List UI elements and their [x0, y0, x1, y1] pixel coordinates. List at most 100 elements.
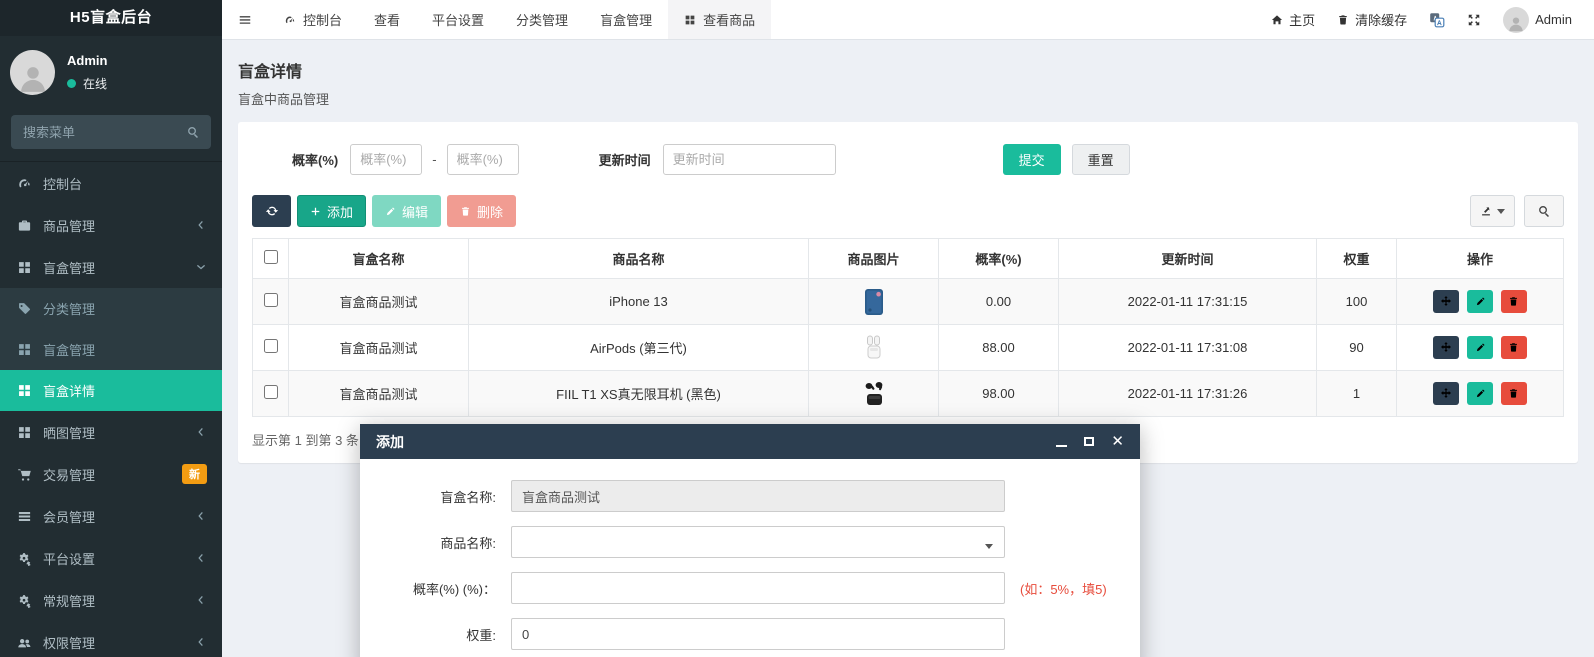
search-toggle-button[interactable] — [1524, 195, 1564, 227]
refresh-button[interactable] — [252, 195, 291, 227]
col-box-name: 盲盒名称 — [289, 239, 469, 279]
cell-product-name: FIIL T1 XS真无限耳机 (黑色) — [469, 371, 809, 417]
page-title: 盲盒详情 — [238, 58, 1578, 82]
row-move-button[interactable] — [1433, 336, 1459, 359]
row-edit-button[interactable] — [1467, 290, 1493, 313]
probability-max-input[interactable] — [447, 144, 519, 175]
tab-dashboard[interactable]: 控制台 — [268, 0, 358, 39]
row-edit-button[interactable] — [1467, 336, 1493, 359]
cell-product-name: AirPods (第三代) — [469, 325, 809, 371]
minimize-icon[interactable] — [1056, 435, 1067, 449]
tachometer-icon — [17, 176, 32, 191]
maximize-icon[interactable] — [1084, 435, 1094, 449]
sidebar-item-categories[interactable]: 分类管理 — [0, 288, 222, 329]
row-checkbox[interactable] — [264, 339, 278, 353]
chevron-left-icon — [195, 510, 207, 522]
product-image-iphone-13 — [864, 288, 884, 316]
tag-icon — [17, 301, 32, 316]
row-edit-button[interactable] — [1467, 382, 1493, 405]
sidebar-item-products[interactable]: 商品管理 — [0, 204, 222, 246]
probability-field[interactable] — [511, 572, 1005, 604]
tab-categories[interactable]: 分类管理 — [500, 0, 584, 39]
range-separator: - — [432, 152, 436, 167]
update-time-input[interactable] — [663, 144, 836, 175]
select-all-checkbox[interactable] — [264, 250, 278, 264]
blindbox-icon — [17, 383, 32, 398]
dialog-body: 盲盒名称: 商品名称: 概率(%) (%)： (如：5%，填5) 权重: — [360, 459, 1140, 657]
home-link[interactable]: 主页 — [1271, 10, 1315, 29]
trash-icon — [1508, 388, 1519, 399]
sidebar-item-label: 盲盒管理 — [43, 258, 195, 277]
translate-button[interactable] — [1429, 12, 1445, 28]
row-delete-button[interactable] — [1501, 290, 1527, 313]
weight-label: 权重: — [384, 625, 496, 644]
tab-label: 分类管理 — [516, 10, 568, 29]
row-move-button[interactable] — [1433, 290, 1459, 313]
sidebar-item-blindbox-group[interactable]: 盲盒管理 — [0, 246, 222, 288]
sidebar-item-photos[interactable]: 晒图管理 — [0, 411, 222, 453]
trash-icon — [1508, 296, 1519, 307]
sidebar-toggle-button[interactable] — [222, 0, 268, 39]
col-product-name: 商品名称 — [469, 239, 809, 279]
chevron-left-icon — [195, 636, 207, 648]
pencil-icon — [1475, 296, 1486, 307]
avatar — [10, 50, 55, 95]
sidebar-item-permissions[interactable]: 权限管理 — [0, 621, 222, 657]
dialog-titlebar: 添加 ✕ — [360, 424, 1140, 459]
sidebar-search-input[interactable] — [11, 115, 211, 149]
sidebar-item-dashboard[interactable]: 控制台 — [0, 162, 222, 204]
sidebar-item-general-settings[interactable]: 常规管理 — [0, 579, 222, 621]
row-move-button[interactable] — [1433, 382, 1459, 405]
person-icon — [15, 61, 51, 95]
col-probability: 概率(%) — [939, 239, 1059, 279]
sidebar-item-members[interactable]: 会员管理 — [0, 495, 222, 537]
submit-button[interactable]: 提交 — [1003, 144, 1061, 175]
tab-blindbox[interactable]: 盲盒管理 — [584, 0, 668, 39]
row-checkbox[interactable] — [264, 385, 278, 399]
fullscreen-button[interactable] — [1467, 13, 1481, 27]
sidebar-item-trades[interactable]: 交易管理 新 — [0, 453, 222, 495]
probability-filter-label: 概率(%) — [292, 150, 338, 169]
row-delete-button[interactable] — [1501, 336, 1527, 359]
chevron-left-icon — [195, 426, 207, 438]
search-icon — [1537, 204, 1551, 218]
add-button-label: 添加 — [327, 202, 353, 221]
cell-probability: 0.00 — [939, 279, 1059, 325]
clear-cache-button[interactable]: 清除缓存 — [1337, 10, 1407, 29]
product-select[interactable] — [511, 526, 1005, 558]
product-name-label: 商品名称: — [384, 533, 496, 552]
tab-view-products[interactable]: 查看商品 — [668, 0, 771, 39]
search-icon[interactable] — [186, 125, 200, 139]
sidebar-item-blindbox-detail[interactable]: 盲盒详情 — [0, 370, 222, 411]
col-weight: 权重 — [1317, 239, 1397, 279]
export-button[interactable] — [1470, 195, 1515, 227]
tab-platform-settings[interactable]: 平台设置 — [416, 0, 500, 39]
sidebar-item-platform-settings[interactable]: 平台设置 — [0, 537, 222, 579]
sidebar-search — [11, 115, 211, 149]
table-row: 盲盒商品测试 AirPods (第三代) 88.00 2022-01-11 17… — [253, 325, 1564, 371]
sidebar-menu: 控制台 商品管理 盲盒管理 分类管理 盲盒管理 盲盒详情 晒图管理 — [0, 161, 222, 657]
products-table: 盲盒名称 商品名称 商品图片 概率(%) 更新时间 权重 操作 盲盒商品测试 i… — [252, 238, 1564, 417]
add-button[interactable]: 添加 — [297, 195, 366, 227]
cell-box-name: 盲盒商品测试 — [289, 371, 469, 417]
close-icon[interactable]: ✕ — [1111, 435, 1124, 449]
edit-button[interactable]: 编辑 — [372, 195, 441, 227]
chevron-left-icon — [195, 594, 207, 606]
tab-view[interactable]: 查看 — [358, 0, 416, 39]
row-checkbox[interactable] — [264, 293, 278, 307]
cell-box-name: 盲盒商品测试 — [289, 279, 469, 325]
navbar-user-menu[interactable]: Admin — [1503, 7, 1572, 33]
users-icon — [17, 635, 32, 650]
weight-field[interactable] — [511, 618, 1005, 650]
sidebar-item-label: 盲盒详情 — [43, 381, 207, 400]
sidebar-item-blindbox[interactable]: 盲盒管理 — [0, 329, 222, 370]
cell-weight: 90 — [1317, 325, 1397, 371]
probability-min-input[interactable] — [350, 144, 422, 175]
reset-button[interactable]: 重置 — [1072, 144, 1130, 175]
translate-icon — [1429, 12, 1445, 28]
pencil-icon — [1475, 342, 1486, 353]
delete-button[interactable]: 删除 — [447, 195, 516, 227]
navbar-user-name: Admin — [1535, 12, 1572, 27]
row-delete-button[interactable] — [1501, 382, 1527, 405]
dialog-title: 添加 — [376, 432, 404, 452]
